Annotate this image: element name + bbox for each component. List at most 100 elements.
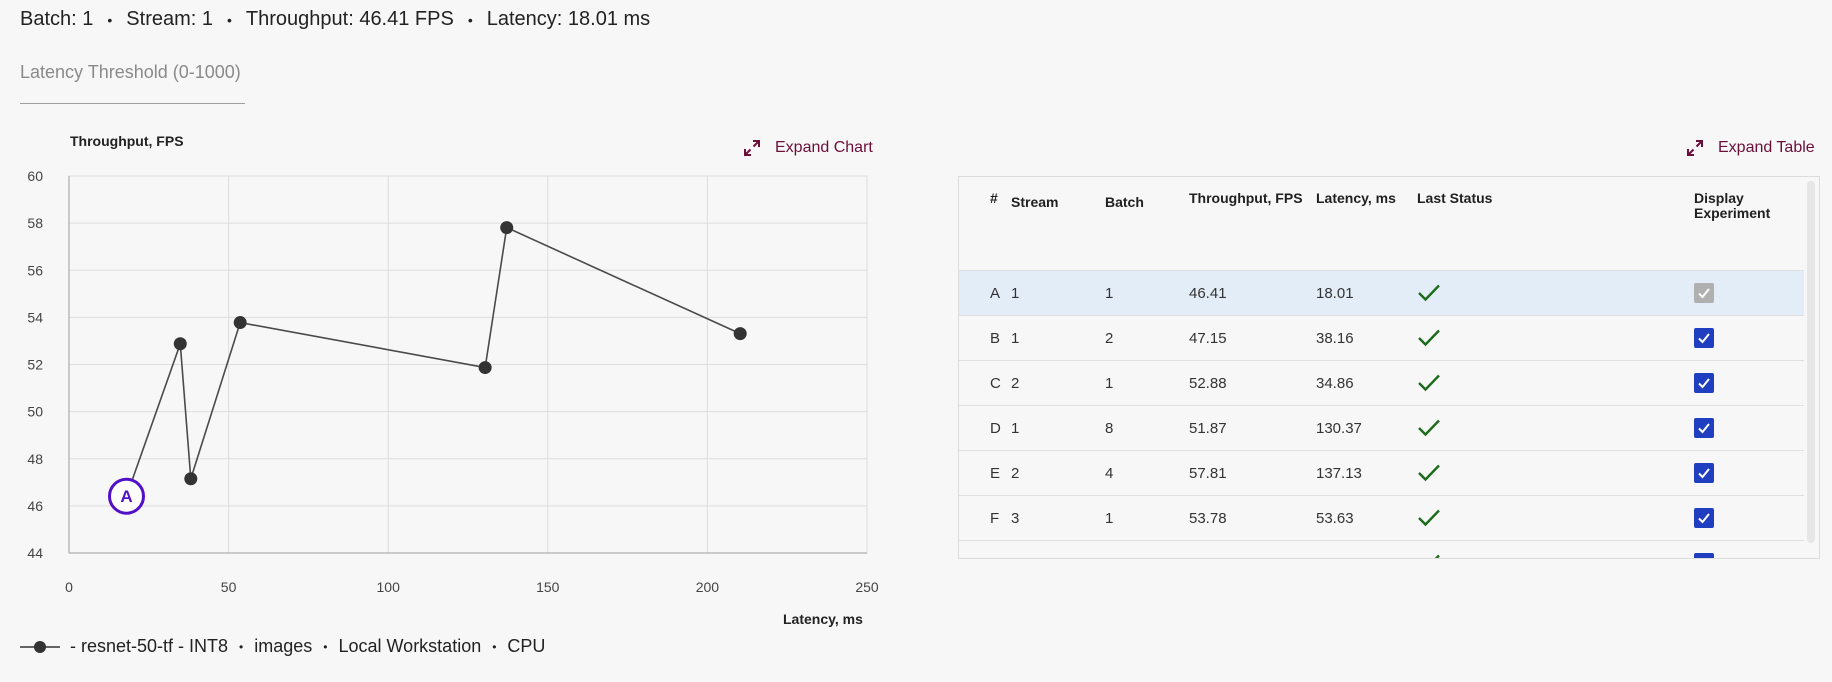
display-experiment-checkbox[interactable]: [1694, 507, 1714, 528]
cell-display-experiment: [1694, 405, 1804, 451]
cell-id: B: [959, 315, 1011, 361]
chart-y-axis-label: Throughput, FPS: [70, 133, 184, 149]
checkbox-check-icon: [1698, 287, 1710, 298]
display-experiment-checkbox[interactable]: [1694, 552, 1714, 558]
display-experiment-checkbox: [1694, 282, 1714, 303]
checkbox-check-icon: [1708, 557, 1709, 558]
legend-target: Local Workstation: [338, 636, 482, 656]
cell-stream: 2: [1011, 450, 1105, 496]
check-icon: [1418, 329, 1440, 347]
expand-chart-label: Expand Chart: [775, 139, 873, 156]
cell-latency: 137.13: [1316, 450, 1417, 496]
data-point: [733, 327, 747, 341]
legend-device: CPU: [507, 636, 546, 656]
header-last-status: Last Status: [1417, 177, 1694, 271]
cell-stream: 1: [1011, 540, 1105, 558]
x-tick-label: 200: [696, 579, 720, 595]
cell-last-status: [1417, 495, 1694, 541]
x-tick-label: 250: [855, 579, 879, 595]
cell-stream: 1: [1011, 270, 1105, 316]
latency-threshold-input[interactable]: [20, 62, 245, 83]
display-experiment-checkbox[interactable]: [1694, 417, 1714, 438]
header-throughput[interactable]: Throughput, FPS: [1189, 177, 1316, 271]
chart-legend: - resnet-50-tf - INT8 • images • Local W…: [20, 636, 545, 657]
y-tick-label: 46: [27, 498, 43, 514]
legend-dataset: images: [254, 636, 313, 656]
header-batch[interactable]: Batch: [1105, 177, 1189, 271]
point-label: A: [120, 487, 132, 506]
checkbox-check-icon: [1698, 512, 1710, 523]
cell-latency: 18.01: [1316, 270, 1417, 316]
cell-display-experiment: [1694, 495, 1804, 541]
y-tick-label: 44: [27, 545, 43, 561]
summary-separator: •: [107, 11, 113, 28]
cell-stream: 1: [1011, 405, 1105, 451]
legend-model: - resnet-50-tf - INT8: [70, 636, 229, 656]
x-tick-label: 150: [536, 579, 560, 595]
summary-stream: Stream: 1: [126, 8, 213, 30]
selected-experiment-marker: A: [107, 477, 145, 515]
cell-batch: 8: [1105, 405, 1189, 451]
y-tick-label: 58: [27, 215, 43, 231]
cell-latency: 210.27: [1316, 540, 1417, 558]
summary-throughput: Throughput: 46.41 FPS: [245, 8, 454, 30]
table-row[interactable]: C 2 1 52.88 34.86: [959, 360, 1804, 406]
cell-last-status: [1417, 315, 1694, 361]
table-scrollbar[interactable]: [1807, 181, 1815, 543]
table-row[interactable]: G 1 13 53.31 210.27: [959, 540, 1804, 558]
display-experiment-checkbox[interactable]: [1694, 327, 1714, 348]
summary-batch: Batch: 1: [20, 8, 94, 30]
expand-table-label: Expand Table: [1718, 139, 1815, 156]
expand-table-button[interactable]: Expand Table: [1686, 139, 1815, 157]
display-experiment-checkbox[interactable]: [1694, 372, 1714, 393]
header-latency[interactable]: Latency, ms: [1316, 177, 1417, 271]
cell-throughput: 51.87: [1189, 405, 1316, 451]
header-stream[interactable]: Stream: [1011, 177, 1105, 271]
table-row[interactable]: B 1 2 47.15 38.16: [959, 315, 1804, 361]
y-tick-label: 48: [27, 451, 43, 467]
table-row[interactable]: D 1 8 51.87 130.37: [959, 405, 1804, 451]
table-row[interactable]: E 2 4 57.81 137.13: [959, 450, 1804, 496]
cell-id: D: [959, 405, 1011, 451]
cell-batch: 1: [1105, 270, 1189, 316]
data-point: [500, 221, 514, 235]
cell-stream: 3: [1011, 495, 1105, 541]
cell-display-experiment: [1694, 360, 1804, 406]
data-point: [184, 472, 198, 486]
y-tick-label: 56: [27, 262, 43, 278]
legend-separator: •: [492, 639, 497, 654]
cell-display-experiment: [1694, 540, 1804, 558]
cell-stream: 1: [1011, 315, 1105, 361]
cell-throughput: 46.41: [1189, 270, 1316, 316]
display-experiment-checkbox[interactable]: [1694, 462, 1714, 483]
cell-last-status: [1417, 540, 1694, 558]
checkbox-check-icon: [1698, 467, 1710, 478]
cell-last-status: [1417, 360, 1694, 406]
check-icon: [1418, 284, 1440, 302]
table-row[interactable]: F 3 1 53.78 53.63: [959, 495, 1804, 541]
header-display-experiment: Display Experiment: [1694, 177, 1804, 271]
cell-batch: 2: [1105, 315, 1189, 361]
cell-id: E: [959, 450, 1011, 496]
cell-last-status: [1417, 405, 1694, 451]
expand-chart-button[interactable]: Expand Chart: [743, 139, 873, 157]
cell-throughput: 53.31: [1189, 540, 1316, 558]
data-point: [233, 316, 247, 330]
cell-batch: 4: [1105, 450, 1189, 496]
cell-display-experiment: [1694, 270, 1804, 316]
summary-latency: Latency: 18.01 ms: [486, 8, 651, 30]
cell-throughput: 57.81: [1189, 450, 1316, 496]
legend-separator: •: [239, 639, 244, 654]
checkbox-check-icon: [1698, 377, 1710, 388]
check-icon: [1434, 554, 1440, 558]
expand-icon: [744, 140, 760, 156]
cell-throughput: 53.78: [1189, 495, 1316, 541]
data-point: [478, 361, 492, 375]
chart-x-axis-label: Latency, ms: [783, 611, 863, 627]
cell-latency: 34.86: [1316, 360, 1417, 406]
cell-batch: 1: [1105, 495, 1189, 541]
cell-id: A: [959, 270, 1011, 316]
summary-separator: •: [227, 11, 232, 28]
cell-batch: 13: [1105, 540, 1189, 558]
table-row[interactable]: A 1 1 46.41 18.01: [959, 270, 1804, 316]
